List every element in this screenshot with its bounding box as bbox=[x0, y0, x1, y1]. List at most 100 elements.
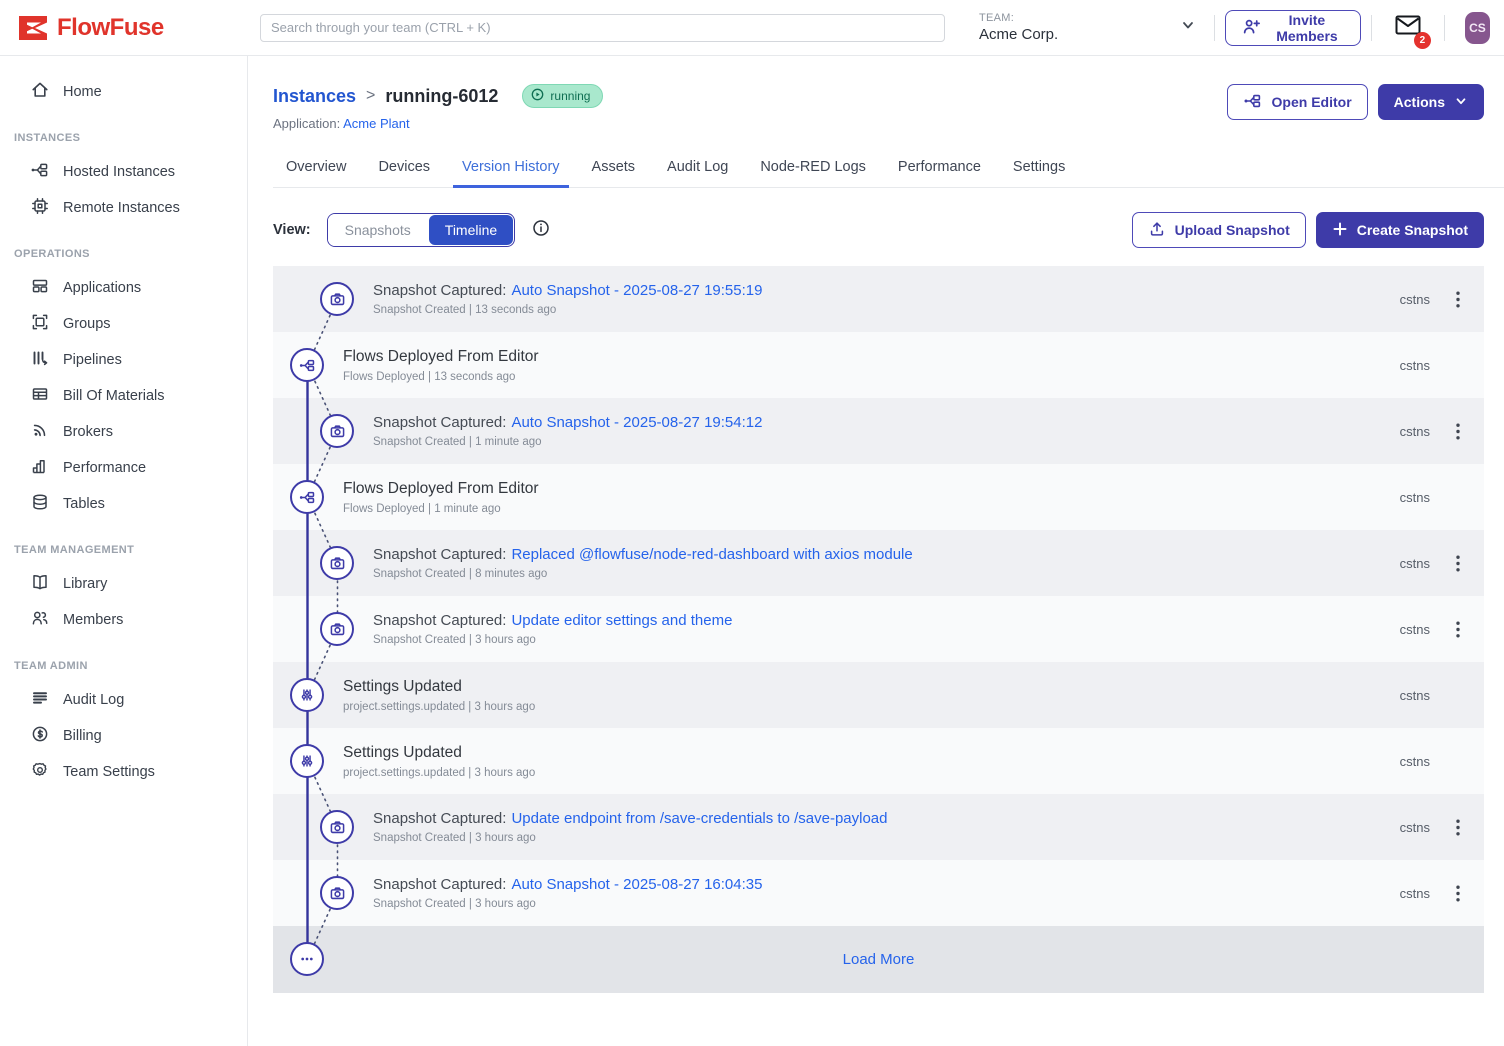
camera-icon bbox=[320, 546, 354, 580]
toggle-snapshots[interactable]: Snapshots bbox=[328, 214, 428, 246]
menu-spacer bbox=[1446, 681, 1470, 709]
bar-chart-icon bbox=[30, 456, 50, 480]
sidebar-item-brokers[interactable]: Brokers bbox=[0, 414, 247, 450]
sidebar-item-billing[interactable]: Billing bbox=[0, 718, 247, 754]
sidebar-item-tables[interactable]: Tables bbox=[0, 486, 247, 522]
avatar[interactable]: CS bbox=[1465, 12, 1490, 44]
book-icon bbox=[30, 572, 50, 596]
sidebar: Home INSTANCES Hosted Instances Remote I… bbox=[0, 56, 248, 1046]
chevron-down-icon bbox=[1180, 17, 1196, 38]
camera-icon bbox=[320, 612, 354, 646]
invite-members-button[interactable]: Invite Members bbox=[1225, 10, 1361, 46]
brand-name: FlowFuse bbox=[57, 14, 164, 42]
row-title-prefix: Snapshot Captured: bbox=[373, 282, 506, 299]
row-meta: Flows Deployed | 1 minute ago bbox=[343, 503, 539, 515]
row-user: cstns bbox=[1400, 886, 1430, 901]
row-user: cstns bbox=[1400, 424, 1430, 439]
sidebar-item-label: Audit Log bbox=[63, 692, 124, 708]
sidebar-item-label: Team Settings bbox=[63, 764, 155, 780]
breadcrumb-instances-link[interactable]: Instances bbox=[273, 86, 356, 107]
sidebar-item-team-settings[interactable]: Team Settings bbox=[0, 754, 247, 790]
row-user: cstns bbox=[1400, 754, 1430, 769]
plus-icon bbox=[1332, 221, 1348, 240]
snapshot-link[interactable]: Auto Snapshot - 2025-08-27 16:04:35 bbox=[511, 876, 762, 893]
menu-spacer bbox=[1446, 351, 1470, 379]
timeline-row: Flows Deployed From Editor Flows Deploye… bbox=[273, 464, 1484, 530]
create-snapshot-button[interactable]: Create Snapshot bbox=[1316, 212, 1484, 248]
upload-icon bbox=[1148, 220, 1166, 241]
info-icon[interactable] bbox=[531, 218, 551, 243]
team-name: Acme Corp. bbox=[979, 26, 1058, 43]
sidebar-item-label: Hosted Instances bbox=[63, 164, 175, 180]
tab-overview[interactable]: Overview bbox=[273, 149, 359, 187]
row-menu-button[interactable] bbox=[1446, 879, 1470, 907]
sidebar-item-home[interactable]: Home bbox=[0, 74, 247, 110]
snapshot-link[interactable]: Auto Snapshot - 2025-08-27 19:54:12 bbox=[511, 414, 762, 431]
row-menu-button[interactable] bbox=[1446, 285, 1470, 313]
timeline-row: Settings Updated project.settings.update… bbox=[273, 728, 1484, 794]
tab-settings[interactable]: Settings bbox=[1000, 149, 1078, 187]
load-more-link[interactable]: Load More bbox=[843, 951, 915, 968]
sidebar-item-label: Members bbox=[63, 612, 123, 628]
row-title-prefix: Snapshot Captured: bbox=[373, 546, 506, 563]
sidebar-item-label: Performance bbox=[63, 460, 146, 476]
row-menu-button[interactable] bbox=[1446, 813, 1470, 841]
search-input[interactable] bbox=[260, 14, 945, 42]
snapshot-link[interactable]: Replaced @flowfuse/node-red-dashboard wi… bbox=[511, 546, 912, 563]
table-icon bbox=[30, 384, 50, 408]
sidebar-section-instances: INSTANCES bbox=[0, 132, 247, 144]
sidebar-item-library[interactable]: Library bbox=[0, 566, 247, 602]
sidebar-item-label: Billing bbox=[63, 728, 102, 744]
instance-name: running-6012 bbox=[385, 86, 498, 107]
row-title-prefix: Snapshot Captured: bbox=[373, 810, 506, 827]
tab-performance[interactable]: Performance bbox=[885, 149, 994, 187]
row-user: cstns bbox=[1400, 358, 1430, 373]
tab-assets[interactable]: Assets bbox=[579, 149, 649, 187]
users-icon bbox=[30, 608, 50, 632]
row-meta: Flows Deployed | 13 seconds ago bbox=[343, 371, 539, 383]
sidebar-item-performance[interactable]: Performance bbox=[0, 450, 247, 486]
sidebar-item-audit-log[interactable]: Audit Log bbox=[0, 682, 247, 718]
pipelines-icon bbox=[30, 348, 50, 372]
event-title: Flows Deployed From Editor bbox=[343, 480, 539, 498]
upload-snapshot-button[interactable]: Upload Snapshot bbox=[1132, 212, 1306, 248]
application-link[interactable]: Acme Plant bbox=[343, 116, 409, 131]
application-label: Application: bbox=[273, 116, 340, 131]
open-editor-button[interactable]: Open Editor bbox=[1227, 84, 1368, 120]
sidebar-item-label: Groups bbox=[63, 316, 111, 332]
tab-devices[interactable]: Devices bbox=[365, 149, 443, 187]
sidebar-item-hosted-instances[interactable]: Hosted Instances bbox=[0, 154, 247, 190]
sidebar-item-remote-instances[interactable]: Remote Instances bbox=[0, 190, 247, 226]
sidebar-section-operations: OPERATIONS bbox=[0, 248, 247, 260]
sidebar-item-pipelines[interactable]: Pipelines bbox=[0, 342, 247, 378]
tab-version-history[interactable]: Version History bbox=[449, 149, 573, 187]
tab-node-red-logs[interactable]: Node-RED Logs bbox=[747, 149, 879, 187]
flowfuse-logo[interactable]: FlowFuse bbox=[0, 14, 242, 42]
sidebar-section-team-management: TEAM MANAGEMENT bbox=[0, 544, 247, 556]
sidebar-item-bill-of-materials[interactable]: Bill Of Materials bbox=[0, 378, 247, 414]
team-selector[interactable]: TEAM: Acme Corp. bbox=[979, 12, 1204, 43]
ellipsis-icon[interactable] bbox=[290, 942, 324, 976]
row-user: cstns bbox=[1400, 820, 1430, 835]
chip-icon bbox=[30, 196, 50, 220]
tab-audit-log[interactable]: Audit Log bbox=[654, 149, 741, 187]
sidebar-item-label: Applications bbox=[63, 280, 141, 296]
row-menu-button[interactable] bbox=[1446, 615, 1470, 643]
row-menu-button[interactable] bbox=[1446, 549, 1470, 577]
group-chip-icon bbox=[30, 312, 50, 336]
actions-label: Actions bbox=[1394, 94, 1445, 110]
row-menu-button[interactable] bbox=[1446, 417, 1470, 445]
sidebar-item-groups[interactable]: Groups bbox=[0, 306, 247, 342]
sidebar-item-label: Home bbox=[63, 84, 102, 100]
sidebar-item-applications[interactable]: Applications bbox=[0, 270, 247, 306]
snapshot-link[interactable]: Auto Snapshot - 2025-08-27 19:55:19 bbox=[511, 282, 762, 299]
sidebar-item-members[interactable]: Members bbox=[0, 602, 247, 638]
camera-icon bbox=[320, 282, 354, 316]
notifications-button[interactable]: 2 bbox=[1394, 13, 1422, 42]
broadcast-icon bbox=[30, 420, 50, 444]
sidebar-item-label: Tables bbox=[63, 496, 105, 512]
toggle-timeline[interactable]: Timeline bbox=[429, 215, 513, 245]
actions-button[interactable]: Actions bbox=[1378, 84, 1484, 120]
snapshot-link[interactable]: Update endpoint from /save-credentials t… bbox=[511, 810, 887, 827]
snapshot-link[interactable]: Update editor settings and theme bbox=[511, 612, 732, 629]
